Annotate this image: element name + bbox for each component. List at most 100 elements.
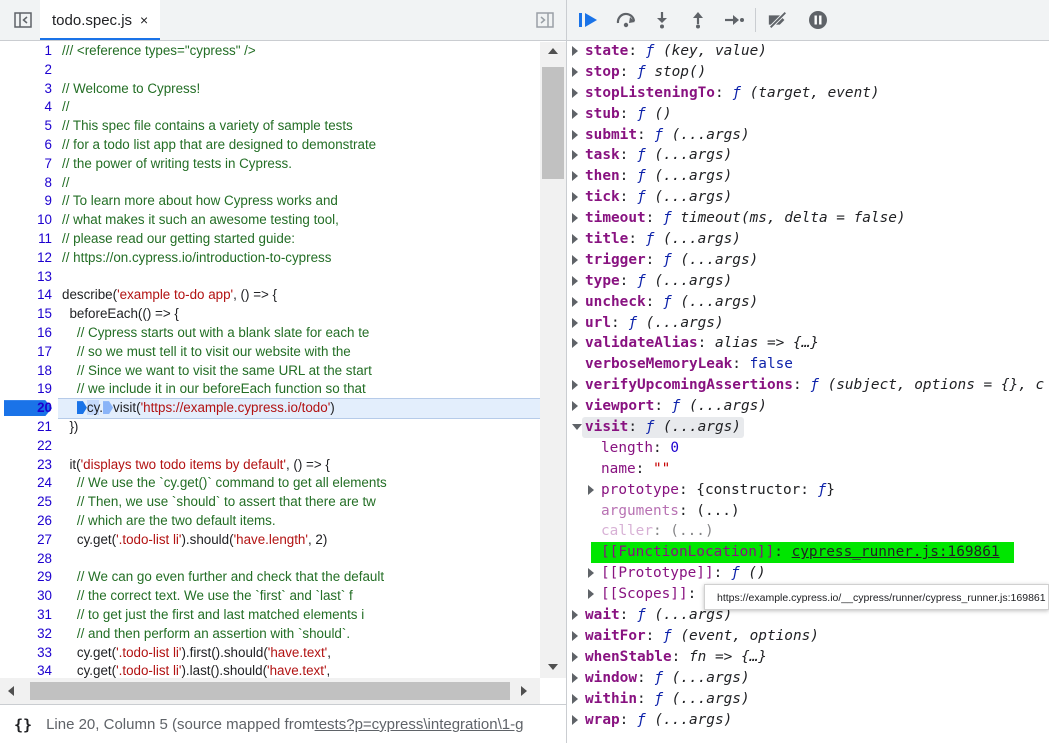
collapsed-triangle-icon[interactable]	[588, 589, 594, 600]
line-number[interactable]: 25	[0, 493, 58, 512]
line-number[interactable]: 12	[0, 249, 58, 268]
code-line[interactable]: // Cypress starts out with a blank slate…	[58, 324, 540, 343]
code-line[interactable]: cy.get('.todo-list li').last().should('h…	[58, 662, 540, 678]
scope-property-row[interactable]: within: ƒ (...args)	[567, 689, 1049, 710]
collapsed-triangle-icon[interactable]	[572, 46, 578, 56]
code-line[interactable]: })	[58, 418, 540, 437]
line-number[interactable]: 13	[0, 268, 58, 287]
step-icon[interactable]	[723, 10, 745, 30]
toggle-navigator-icon[interactable]	[14, 12, 32, 28]
collapsed-triangle-icon[interactable]	[572, 234, 578, 245]
scope-property-row[interactable]: caller: (...)	[567, 521, 1049, 542]
line-number[interactable]: 23	[0, 456, 58, 475]
collapsed-triangle-icon[interactable]	[588, 568, 594, 579]
scroll-down-icon[interactable]	[548, 664, 558, 670]
horizontal-scrollbar[interactable]	[0, 678, 540, 704]
line-number-gutter[interactable]: 1 2 3 4 5 6 7 8 9 10 11 12 13 14 15 16 17 18 19 20 21 22 23 24 2…	[0, 42, 58, 678]
scope-property-row[interactable]: verifyUpcomingAssertions: ƒ (subject, op…	[567, 375, 1049, 396]
code-line[interactable]	[58, 61, 540, 80]
scope-property-row[interactable]: title: ƒ (...args)	[567, 229, 1049, 250]
function-location-link[interactable]: cypress_runner.js:169861	[792, 544, 1000, 560]
code-line[interactable]	[58, 437, 540, 456]
scope-property-row[interactable]: waitFor: ƒ (event, options)	[567, 626, 1049, 647]
scroll-right-icon[interactable]	[521, 686, 527, 696]
line-number[interactable]: 29	[0, 568, 58, 587]
code-line[interactable]: beforeEach(() => {	[58, 305, 540, 324]
vertical-scroll-thumb[interactable]	[542, 67, 564, 179]
line-number[interactable]: 14	[0, 286, 58, 305]
line-number[interactable]: 10	[0, 211, 58, 230]
collapsed-triangle-icon[interactable]	[572, 129, 578, 140]
code-line[interactable]: // so we must tell it to visit our websi…	[58, 343, 540, 362]
collapsed-triangle-icon[interactable]	[572, 87, 578, 98]
code-area[interactable]: /// <reference types="cypress" /> // Welc…	[58, 42, 540, 678]
line-number[interactable]: 24	[0, 474, 58, 493]
step-into-icon[interactable]	[651, 10, 673, 30]
current-execution-line[interactable]: cy. visit('https://example.cypress.io/tod…	[58, 398, 540, 419]
code-line[interactable]	[58, 268, 540, 287]
collapsed-triangle-icon[interactable]	[572, 651, 578, 662]
line-number[interactable]: 15	[0, 305, 58, 324]
line-number[interactable]: 32	[0, 625, 58, 644]
scope-property-row[interactable]: viewport: ƒ (...args)	[567, 396, 1049, 417]
scope-property-row[interactable]: prototype: {constructor: ƒ}	[567, 480, 1049, 501]
line-number[interactable]: 26	[0, 512, 58, 531]
code-line[interactable]: cy.get('.todo-list li').first().should('…	[58, 644, 540, 663]
scroll-left-icon[interactable]	[8, 686, 14, 696]
expanded-triangle-icon[interactable]	[572, 424, 582, 431]
code-line[interactable]: // This spec file contains a variety of …	[58, 117, 540, 136]
scope-property-row[interactable]: [[Prototype]]: ƒ ()	[567, 563, 1049, 584]
code-line[interactable]: //	[58, 174, 540, 193]
scope-property-row[interactable]: wrap: ƒ (...args)	[567, 710, 1049, 731]
scope-property-row[interactable]: window: ƒ (...args)	[567, 668, 1049, 689]
scope-property-row[interactable]: visit: ƒ (...args)	[567, 417, 1049, 438]
line-number[interactable]: 5	[0, 117, 58, 136]
scope-property-row[interactable]: uncheck: ƒ (...args)	[567, 292, 1049, 313]
collapsed-triangle-icon[interactable]	[572, 254, 578, 265]
code-line[interactable]: /// <reference types="cypress" />	[58, 42, 540, 61]
code-line[interactable]: // https://on.cypress.io/introduction-to…	[58, 249, 540, 268]
code-line[interactable]: // Welcome to Cypress!	[58, 80, 540, 99]
breakpoint-line-number[interactable]: 20	[0, 399, 58, 418]
collapsed-triangle-icon[interactable]	[588, 484, 594, 495]
scope-property-row[interactable]: url: ƒ (...args)	[567, 313, 1049, 334]
line-number[interactable]: 6	[0, 136, 58, 155]
line-number[interactable]: 22	[0, 437, 58, 456]
line-number[interactable]: 30	[0, 587, 58, 606]
line-number[interactable]: 2	[0, 61, 58, 80]
code-line[interactable]: // To learn more about how Cypress works…	[58, 192, 540, 211]
line-number[interactable]: 34	[0, 662, 58, 678]
deactivate-breakpoints-icon[interactable]	[767, 10, 789, 30]
line-number[interactable]: 19	[0, 380, 58, 399]
scope-property-row[interactable]: task: ƒ (...args)	[567, 145, 1049, 166]
resume-icon[interactable]	[577, 10, 599, 30]
collapsed-triangle-icon[interactable]	[572, 108, 578, 119]
tab-todo-spec[interactable]: todo.spec.js ×	[40, 0, 161, 40]
collapsed-triangle-icon[interactable]	[572, 401, 578, 412]
line-number[interactable]: 8	[0, 174, 58, 193]
code-line[interactable]: it('displays two todo items by default',…	[58, 456, 540, 475]
line-number[interactable]: 9	[0, 192, 58, 211]
step-out-icon[interactable]	[687, 10, 709, 30]
collapsed-triangle-icon[interactable]	[572, 338, 578, 349]
collapsed-triangle-icon[interactable]	[572, 610, 578, 621]
scope-property-row[interactable]: state: ƒ (key, value)	[567, 41, 1049, 62]
line-number[interactable]: 27	[0, 531, 58, 550]
inline-breakpoint-icon[interactable]	[76, 401, 87, 415]
collapsed-triangle-icon[interactable]	[572, 380, 578, 391]
line-number[interactable]: 28	[0, 550, 58, 569]
collapsed-triangle-icon[interactable]	[572, 171, 578, 182]
collapsed-triangle-icon[interactable]	[572, 714, 578, 725]
scope-property-row[interactable]: name: ""	[567, 459, 1049, 480]
scope-property-row[interactable]: [[FunctionLocation]]: cypress_runner.js:…	[567, 542, 1049, 564]
scope-property-row[interactable]: arguments: (...)	[567, 501, 1049, 522]
scope-property-row[interactable]: whenStable: fn => {…}	[567, 647, 1049, 668]
scope-property-row[interactable]: trigger: ƒ (...args)	[567, 250, 1049, 271]
line-number[interactable]: 31	[0, 606, 58, 625]
code-line[interactable]: // which are the two default items.	[58, 512, 540, 531]
source-map-link[interactable]: tests?p=cypress\integration\1-g	[315, 716, 524, 733]
collapsed-triangle-icon[interactable]	[572, 275, 578, 286]
code-line[interactable]: // We can go even further and check that…	[58, 568, 540, 587]
line-number[interactable]: 33	[0, 644, 58, 663]
code-line[interactable]: // Then, we use `should` to assert that …	[58, 493, 540, 512]
